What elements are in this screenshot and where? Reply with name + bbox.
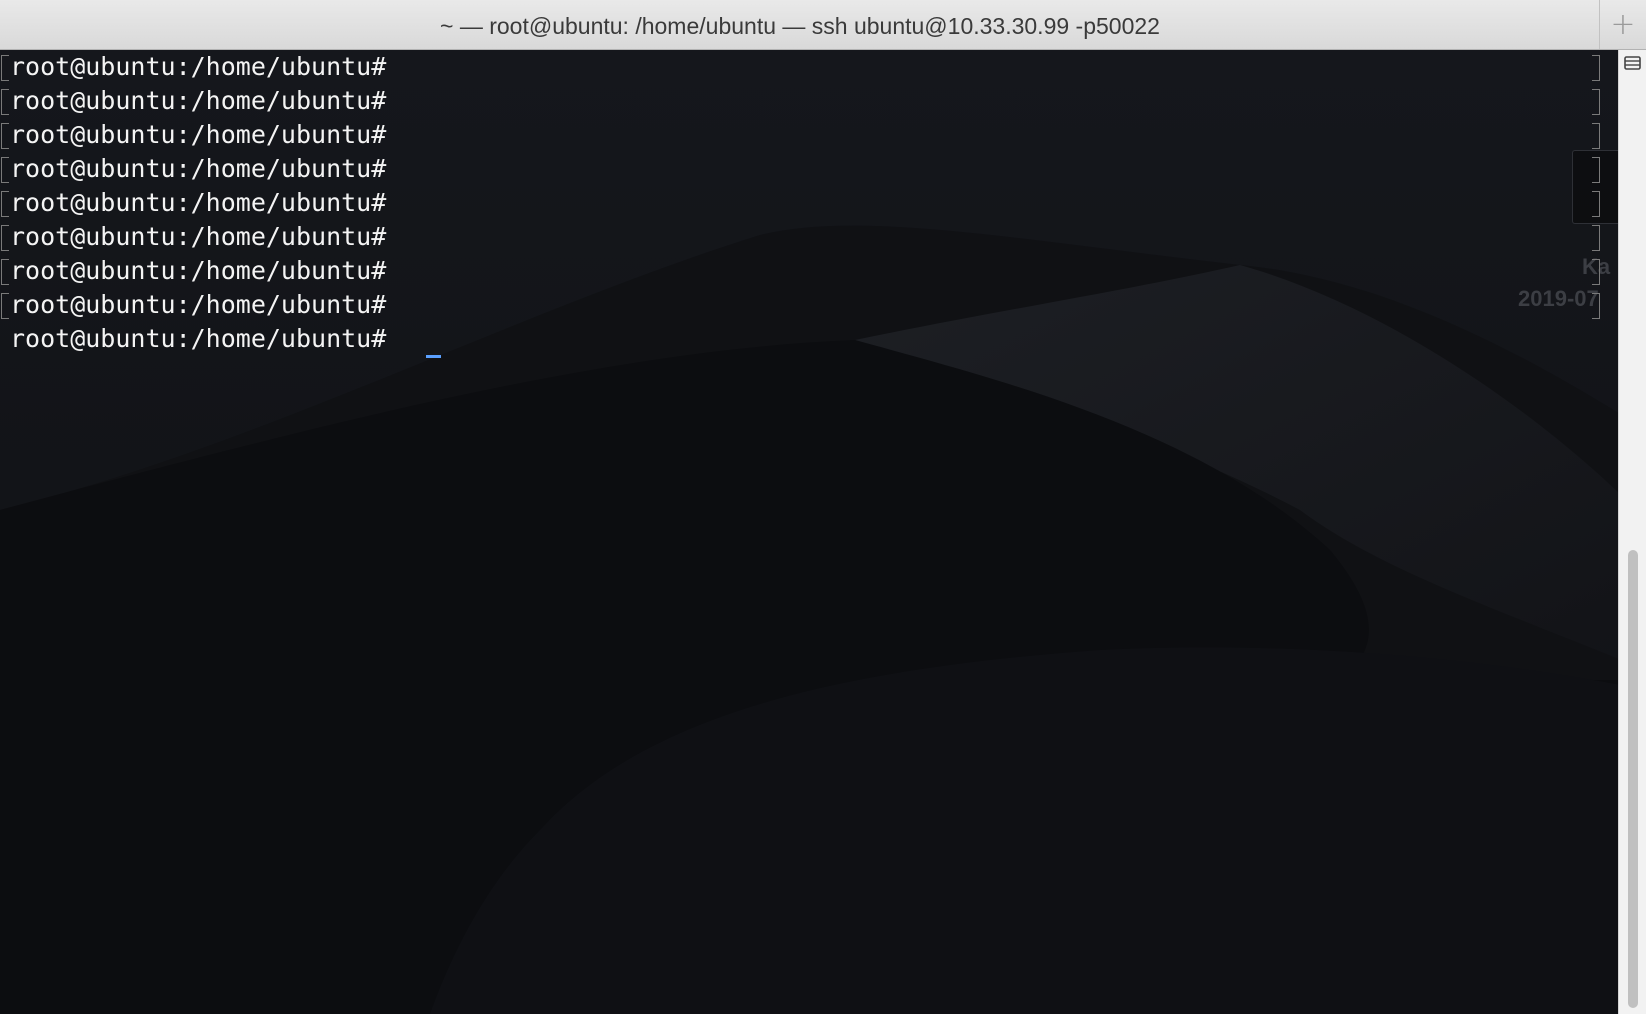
mark-bracket-left bbox=[1, 157, 9, 183]
mark-bracket-left bbox=[1, 259, 9, 285]
prompt-line: root@ubuntu:/home/ubuntu# bbox=[10, 120, 387, 149]
prompt-line: root@ubuntu:/home/ubuntu# bbox=[10, 188, 387, 217]
prompt-line: root@ubuntu:/home/ubuntu# bbox=[10, 52, 387, 81]
prompt-line: root@ubuntu:/home/ubuntu# bbox=[10, 86, 387, 115]
scrollbar-thumb[interactable] bbox=[1628, 550, 1638, 1008]
marks-icon[interactable] bbox=[1624, 56, 1641, 70]
text-cursor bbox=[426, 355, 441, 358]
mark-bracket-left bbox=[1, 225, 9, 251]
mark-bracket-left bbox=[1, 293, 9, 319]
active-prompt-line: root@ubuntu:/home/ubuntu# bbox=[10, 324, 387, 353]
mark-bracket-right bbox=[1592, 191, 1600, 217]
mark-bracket-right bbox=[1592, 157, 1600, 183]
prompt-line: root@ubuntu:/home/ubuntu# bbox=[10, 290, 387, 319]
vertical-scrollbar[interactable] bbox=[1618, 50, 1646, 1014]
plus-icon: + bbox=[1610, 7, 1636, 42]
prompt-line: root@ubuntu:/home/ubuntu# bbox=[10, 256, 387, 285]
mark-bracket-left bbox=[1, 55, 9, 81]
mark-bracket-right bbox=[1592, 123, 1600, 149]
new-tab-button[interactable]: + bbox=[1599, 0, 1646, 49]
terminal-window: ~ — root@ubuntu: /home/ubuntu — ssh ubun… bbox=[0, 0, 1646, 1014]
mark-bracket-right bbox=[1592, 225, 1600, 251]
mark-bracket-right bbox=[1592, 259, 1600, 285]
mark-bracket-right bbox=[1592, 293, 1600, 319]
mark-bracket-left bbox=[1, 89, 9, 115]
window-title: ~ — root@ubuntu: /home/ubuntu — ssh ubun… bbox=[440, 13, 1160, 39]
title-bar[interactable]: ~ — root@ubuntu: /home/ubuntu — ssh ubun… bbox=[0, 0, 1646, 50]
mark-bracket-right bbox=[1592, 89, 1600, 115]
terminal-output[interactable]: root@ubuntu:/home/ubuntu# root@ubuntu:/h… bbox=[0, 50, 1618, 1014]
mark-bracket-right bbox=[1592, 55, 1600, 81]
mark-bracket-left bbox=[1, 123, 9, 149]
prompt-line: root@ubuntu:/home/ubuntu# bbox=[10, 154, 387, 183]
mark-bracket-left bbox=[1, 191, 9, 217]
terminal-content[interactable]: Ka 2019-07 root@ubuntu:/home/ubuntu# roo… bbox=[0, 50, 1646, 1014]
prompt-line: root@ubuntu:/home/ubuntu# bbox=[10, 222, 387, 251]
